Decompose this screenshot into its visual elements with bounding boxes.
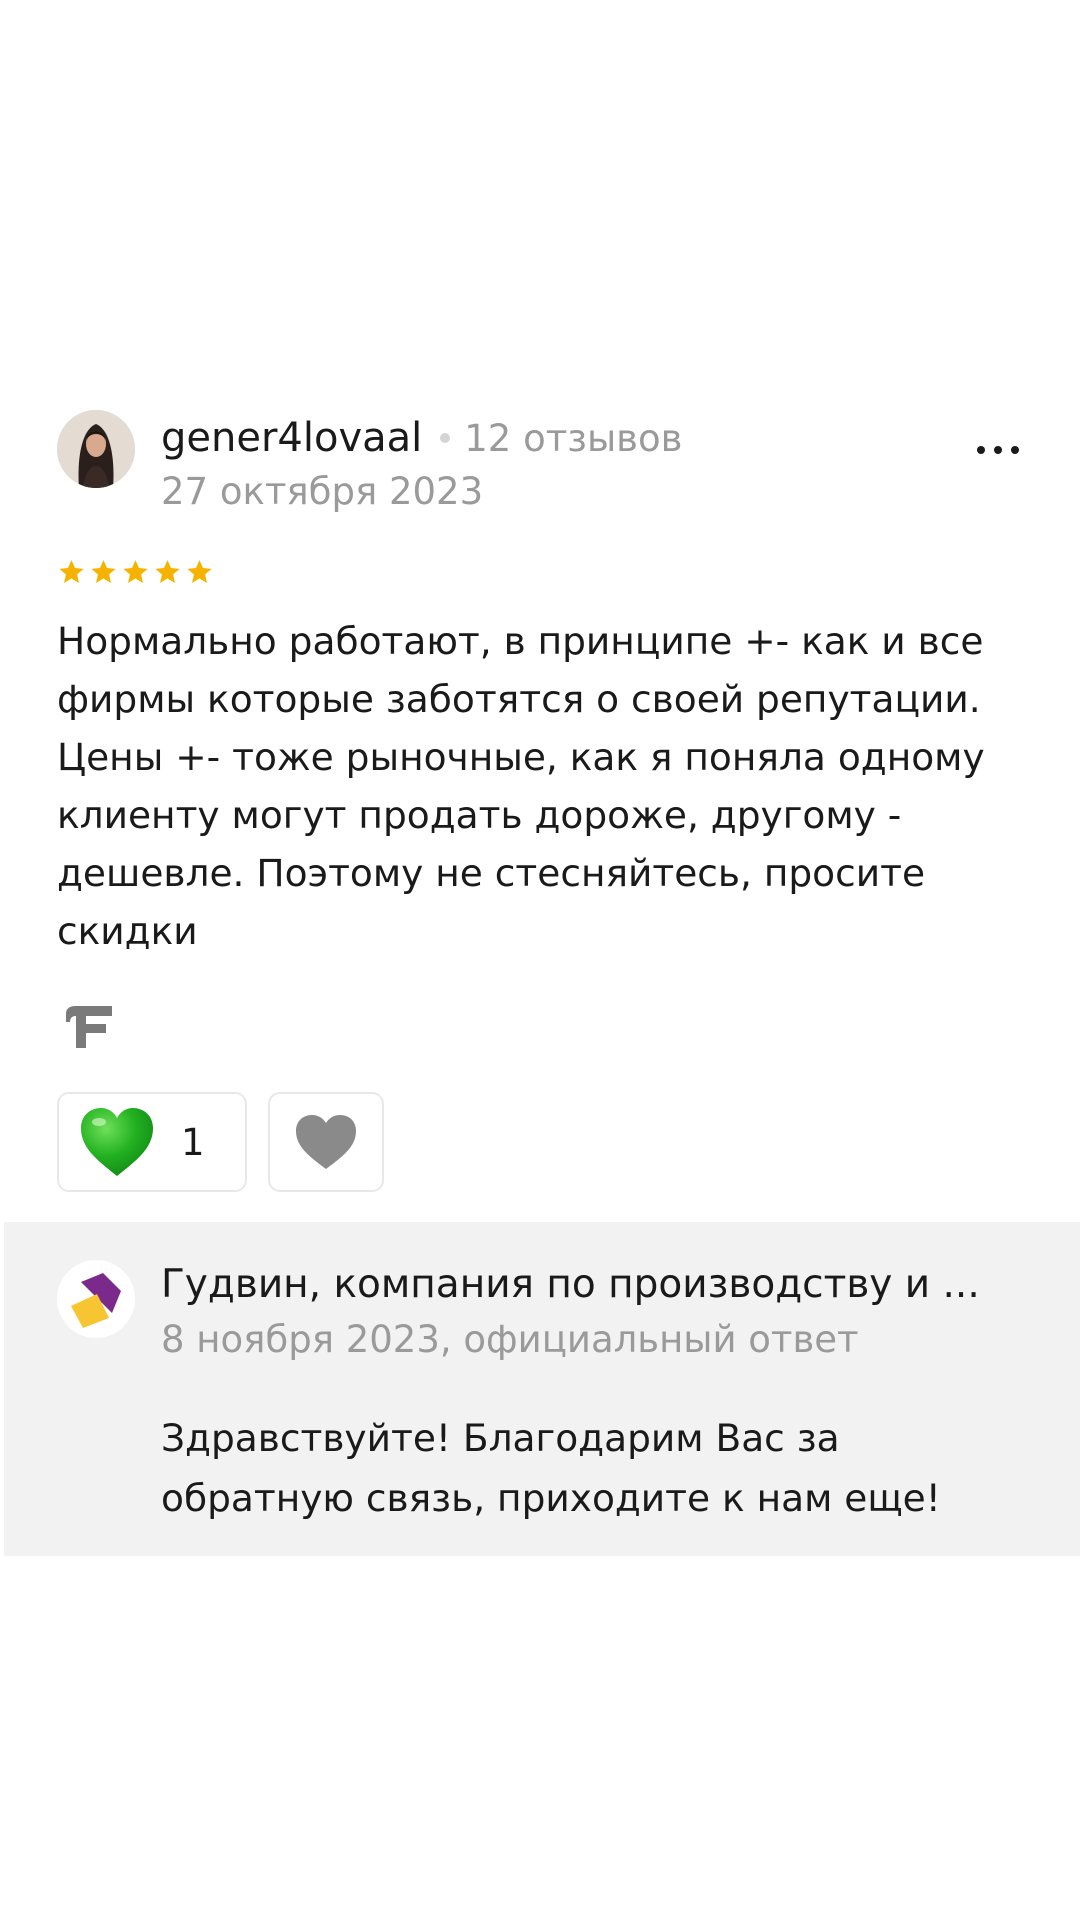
dislike-button[interactable] bbox=[268, 1092, 384, 1192]
source-logo-icon bbox=[62, 1002, 118, 1052]
star-icon bbox=[155, 560, 180, 584]
rating-stars bbox=[57, 558, 214, 587]
gray-heart-icon bbox=[296, 1115, 356, 1169]
author-name[interactable]: gener4lovaal bbox=[161, 415, 422, 461]
like-count: 1 bbox=[181, 1120, 205, 1164]
reply-meta: 8 ноября 2023, официальный ответ bbox=[161, 1318, 859, 1361]
user-avatar[interactable] bbox=[57, 410, 135, 488]
more-dots-icon bbox=[1011, 446, 1019, 454]
company-reply: Гудвин, компания по производству и ... 8… bbox=[4, 1222, 1080, 1556]
review-card: gener4lovaal 12 отзывов 27 октября 2023 … bbox=[0, 0, 1080, 1920]
star-icon bbox=[187, 560, 212, 584]
more-options-button[interactable] bbox=[966, 432, 1030, 468]
more-dots-icon bbox=[994, 446, 1002, 454]
review-date: 27 октября 2023 bbox=[161, 470, 484, 513]
author-line: gener4lovaal 12 отзывов bbox=[161, 410, 682, 466]
author-review-count: 12 отзывов bbox=[464, 416, 683, 460]
star-icon bbox=[91, 560, 116, 584]
company-logo-icon bbox=[57, 1260, 135, 1338]
reply-text: Здравствуйте! Благодарим Вас за обратную… bbox=[161, 1416, 941, 1520]
company-name[interactable]: Гудвин, компания по производству и ... bbox=[161, 1262, 980, 1307]
star-icon bbox=[59, 560, 84, 584]
user-avatar-photo bbox=[57, 410, 135, 488]
review-text: Нормально работают, в принципе +- как и … bbox=[57, 619, 985, 953]
green-heart-icon bbox=[81, 1108, 153, 1176]
star-icon bbox=[123, 560, 148, 584]
more-dots-icon bbox=[977, 446, 985, 454]
like-button[interactable]: 1 bbox=[57, 1092, 247, 1192]
separator-dot bbox=[440, 433, 451, 443]
